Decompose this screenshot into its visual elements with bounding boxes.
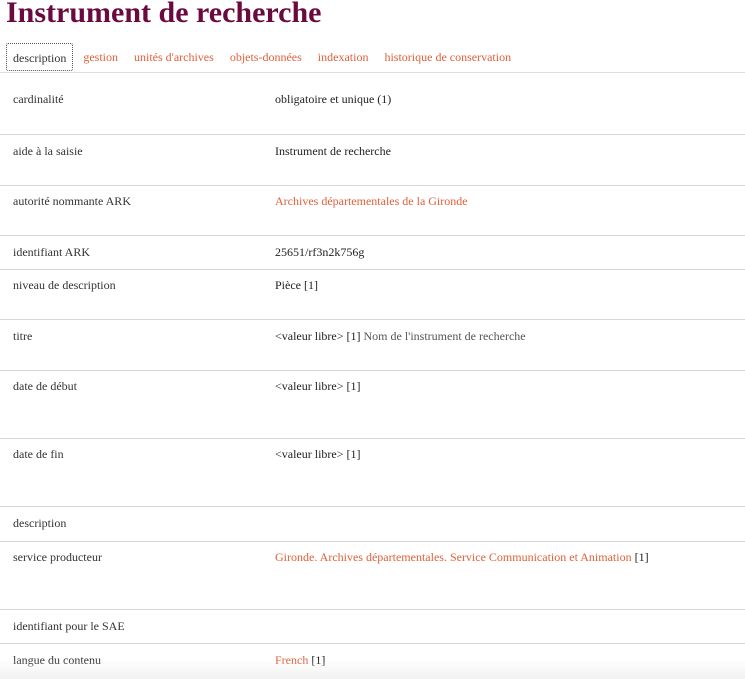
row-description: description xyxy=(0,507,745,542)
service-cardinality: [1] xyxy=(634,550,649,564)
tab-indexation[interactable]: indexation xyxy=(310,43,377,71)
row-value: obligatoire et unique (1) xyxy=(275,92,392,106)
row-label: date de fin xyxy=(13,447,64,461)
row-aide-saisie: aide à la saisie Instrument de recherche xyxy=(0,135,745,186)
row-label: identifiant ARK xyxy=(13,245,90,259)
titre-note: Nom de l'instrument de recherche xyxy=(363,329,526,343)
page-title: Instrument de recherche xyxy=(6,0,322,29)
row-label: service producteur xyxy=(13,550,102,564)
row-identifiant-sae: identifiant pour le SAE xyxy=(0,610,745,644)
row-date-fin: date de fin <valeur libre> [1] xyxy=(0,439,745,507)
row-cardinalite: cardinalité obligatoire et unique (1) xyxy=(0,73,745,135)
row-label: cardinalité xyxy=(13,92,64,106)
row-autorite-ark: autorité nommante ARK Archives départeme… xyxy=(0,186,745,236)
row-service-producteur: service producteur Gironde. Archives dép… xyxy=(0,542,745,610)
row-label: titre xyxy=(13,329,33,343)
bottom-fade xyxy=(0,660,745,679)
tab-description[interactable]: description xyxy=(6,43,74,71)
row-value: 25651/rf3n2k756g xyxy=(275,245,365,259)
tab-unites-archives[interactable]: unités d'archives xyxy=(126,43,222,71)
row-label: autorité nommante ARK xyxy=(13,194,131,208)
row-label: niveau de description xyxy=(13,278,116,292)
tab-historique-conservation[interactable]: historique de conservation xyxy=(376,43,519,71)
row-titre: titre <valeur libre> [1] Nom de l'instru… xyxy=(0,320,745,371)
row-identifiant-ark: identifiant ARK 25651/rf3n2k756g xyxy=(0,236,745,270)
service-link[interactable]: Gironde. Archives départementales. Servi… xyxy=(275,550,632,564)
row-label: identifiant pour le SAE xyxy=(13,619,125,633)
tab-objets-donnees[interactable]: objets-données xyxy=(222,43,310,71)
row-value: Instrument de recherche xyxy=(275,144,391,158)
tab-gestion[interactable]: gestion xyxy=(75,43,126,71)
row-label: description xyxy=(13,516,67,530)
row-label: date de début xyxy=(13,379,77,393)
row-value: <valeur libre> [1] xyxy=(275,329,361,343)
tab-bar: description gestion unités d'archives ob… xyxy=(6,42,519,72)
row-value: <valeur libre> [1] xyxy=(275,379,361,393)
row-label: aide à la saisie xyxy=(13,144,83,158)
row-date-debut: date de début <valeur libre> [1] xyxy=(0,371,745,439)
row-value: Pièce [1] xyxy=(275,278,318,292)
row-niveau-description: niveau de description Pièce [1] xyxy=(0,270,745,320)
row-value: <valeur libre> [1] xyxy=(275,447,361,461)
autorite-link[interactable]: Archives départementales de la Gironde xyxy=(275,194,468,208)
